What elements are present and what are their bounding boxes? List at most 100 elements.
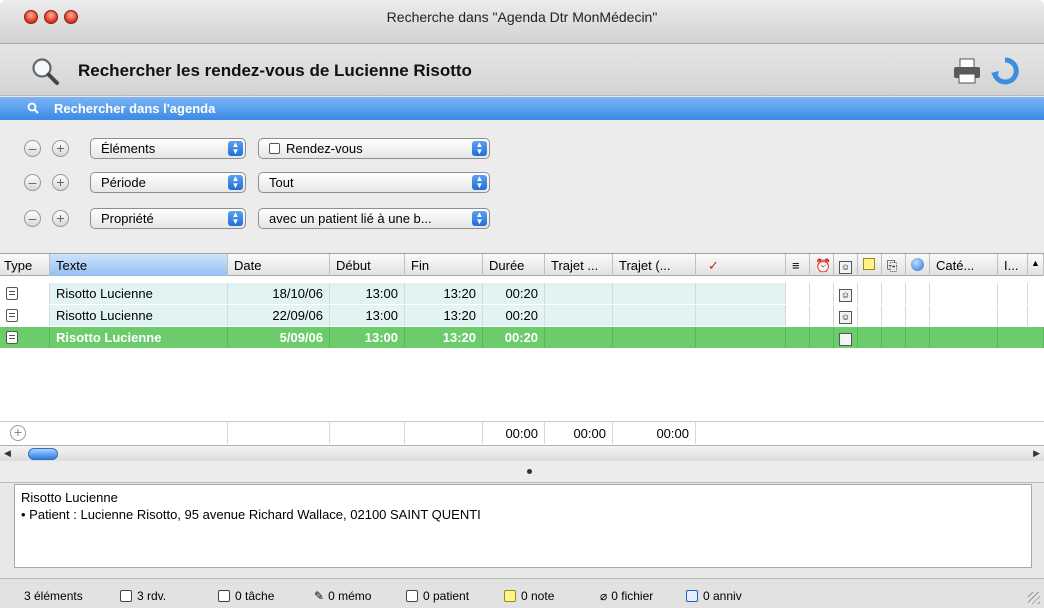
date-cell: 18/10/06	[228, 283, 330, 304]
column-header-category[interactable]: Caté...	[930, 254, 998, 276]
criterion-field-value: Période	[101, 175, 146, 190]
alarm-cell	[810, 283, 834, 304]
resize-grip-icon[interactable]	[1028, 592, 1040, 604]
table-row[interactable]: Risotto Lucienne 22/09/06 13:00 13:20 00…	[0, 305, 1044, 326]
done-cell	[696, 305, 786, 326]
table-row-selected[interactable]: Risotto Lucienne 5/09/06 13:00 13:20 00:…	[0, 327, 1044, 348]
page-title: Rechercher les rendez-vous de Lucienne R…	[78, 61, 472, 80]
column-scroll-up-icon[interactable]: ▲	[1028, 254, 1044, 276]
column-header-note-icon[interactable]	[858, 254, 882, 276]
add-criterion-button[interactable]: +	[52, 140, 69, 157]
search-window: Recherche dans "Agenda Dtr MonMédecin" R…	[0, 0, 1044, 608]
column-header-type[interactable]: Type	[0, 254, 50, 276]
table-row[interactable]: Risotto Lucienne 18/10/06 13:00 13:20 00…	[0, 283, 1044, 304]
column-header-globe-icon[interactable]	[906, 254, 930, 276]
column-header-end[interactable]: Fin	[405, 254, 483, 276]
criterion-value-select[interactable]: Rendez-vous ▲ ▼	[258, 138, 490, 159]
trajet-cell	[545, 283, 613, 304]
refresh-icon[interactable]	[990, 56, 1020, 86]
i-cell	[998, 283, 1028, 304]
column-header-duration[interactable]: Durée	[483, 254, 545, 276]
globe-cell	[906, 305, 930, 326]
popup-arrows-icon: ▲ ▼	[472, 175, 487, 190]
criteria-row: – + Propriété ▲ ▼ avec un patient lié à u…	[0, 206, 1044, 230]
column-header-i[interactable]: I...	[998, 254, 1028, 276]
criterion-value-select[interactable]: Tout ▲ ▼	[258, 172, 490, 193]
add-criterion-button[interactable]: +	[52, 174, 69, 191]
divider-handle-icon[interactable]	[527, 469, 532, 474]
patient-cell: ☺	[834, 283, 858, 304]
category-cell	[930, 327, 998, 348]
window-title: Recherche dans "Agenda Dtr MonMédecin"	[386, 9, 658, 25]
start-cell: 13:00	[330, 327, 405, 348]
remove-criterion-button[interactable]: –	[24, 210, 41, 227]
criterion-field-select[interactable]: Propriété ▲ ▼	[90, 208, 246, 229]
trajet-cell	[613, 283, 696, 304]
status-tasks-label: 0 tâche	[235, 589, 275, 603]
status-rdv-label: 3 rdv.	[137, 589, 167, 603]
pen-icon: ✎	[314, 589, 325, 603]
status-notes-label: 0 note	[521, 589, 555, 603]
criterion-field-select[interactable]: Période ▲ ▼	[90, 172, 246, 193]
text-cell: Risotto Lucienne	[50, 283, 228, 304]
column-header-date[interactable]: Date	[228, 254, 330, 276]
column-header-patient-icon[interactable]: ☺	[834, 254, 858, 276]
category-cell	[930, 283, 998, 304]
category-cell	[930, 305, 998, 326]
column-header-trajet-2[interactable]: Trajet (...	[613, 254, 696, 276]
column-header-text[interactable]: Texte	[50, 254, 228, 276]
list-cell	[786, 305, 810, 326]
totals-row: + 00:00 00:00 00:00	[0, 421, 1044, 444]
add-criterion-button[interactable]: +	[52, 210, 69, 227]
add-row-button[interactable]: +	[10, 425, 26, 441]
scroll-left-icon[interactable]: ◀	[4, 448, 11, 459]
done-cell	[696, 327, 786, 348]
remove-criterion-button[interactable]: –	[24, 174, 41, 191]
column-header-trajet-1[interactable]: Trajet ...	[545, 254, 613, 276]
criterion-value-select[interactable]: avec un patient lié à une b... ▲ ▼	[258, 208, 490, 229]
patient-icon: ☺	[839, 333, 852, 346]
status-memos-label: 0 mémo	[328, 589, 372, 603]
patient-cell: ☺	[834, 305, 858, 326]
totals-cell	[405, 422, 483, 444]
patient-icon	[406, 590, 418, 602]
horizontal-scrollbar[interactable]: ◀ ▶	[0, 445, 1044, 461]
column-header-alarm-icon[interactable]: ⏰	[810, 254, 834, 276]
patient-cell: ☺	[834, 327, 858, 348]
column-header-list-icon[interactable]: ≡	[786, 254, 810, 276]
column-header-start[interactable]: Début	[330, 254, 405, 276]
criterion-field-value: Éléments	[101, 141, 156, 156]
duration-cell: 00:20	[483, 283, 545, 304]
status-anniv: 0 anniv	[686, 589, 742, 603]
scroll-thumb[interactable]	[28, 448, 58, 460]
remove-criterion-button[interactable]: –	[24, 140, 41, 157]
column-header-file-icon[interactable]: ⎘	[882, 254, 906, 276]
status-memos: ✎ 0 mémo	[314, 589, 371, 603]
scroll-right-icon[interactable]: ▶	[1033, 448, 1040, 459]
list-cell	[786, 283, 810, 304]
criterion-value: Tout	[269, 175, 294, 190]
criteria-panel: – + Éléments ▲ ▼ Rendez-vous ▲ ▼ – + Pério…	[0, 120, 1044, 252]
globe-cell	[906, 327, 930, 348]
search-section-bar: Rechercher dans l'agenda	[0, 97, 1044, 120]
print-icon[interactable]	[952, 57, 982, 85]
gift-icon	[686, 590, 698, 602]
trajet-cell	[613, 305, 696, 326]
status-anniv-label: 0 anniv	[703, 589, 742, 603]
trajet-cell	[613, 327, 696, 348]
alarm-cell	[810, 305, 834, 326]
alarm-cell	[810, 327, 834, 348]
note-cell	[858, 327, 882, 348]
status-bar: 3 éléments 3 rdv. 0 tâche ✎ 0 mémo 0 pati…	[0, 578, 1044, 608]
column-header-done[interactable]: ✓	[696, 254, 786, 276]
popup-arrows-icon: ▲ ▼	[228, 175, 243, 190]
end-cell: 13:20	[405, 305, 483, 326]
table-header: Type Texte Date Début Fin Durée Trajet .…	[0, 254, 1044, 276]
split-view-divider[interactable]	[0, 461, 1044, 483]
date-cell: 5/09/06	[228, 327, 330, 348]
type-cell	[0, 283, 50, 304]
duration-cell: 00:20	[483, 327, 545, 348]
appointment-icon	[120, 590, 132, 602]
criterion-field-select[interactable]: Éléments ▲ ▼	[90, 138, 246, 159]
search-section-label: Rechercher dans l'agenda	[54, 101, 216, 116]
